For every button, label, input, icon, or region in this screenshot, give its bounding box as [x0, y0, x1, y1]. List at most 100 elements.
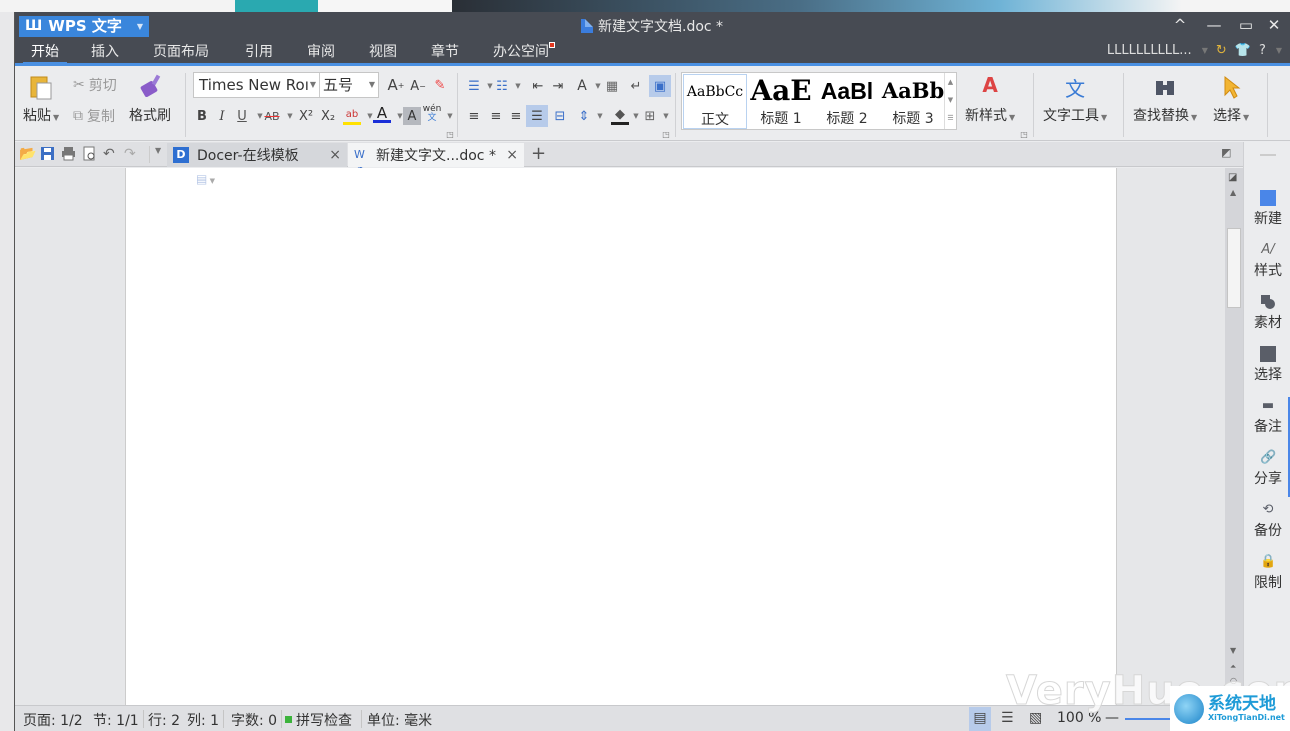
shrink-font-icon[interactable]: A − — [409, 77, 427, 95]
font-size-input[interactable]: 五号 ▼ — [320, 73, 378, 97]
cut-button[interactable]: ✂ 剪切 — [73, 75, 117, 95]
tab-view[interactable]: 视图 — [361, 42, 405, 64]
underline-button[interactable]: U — [233, 107, 251, 125]
side-materials[interactable]: 素材 — [1244, 294, 1290, 332]
tab-home[interactable]: 开始 — [23, 42, 67, 64]
side-backup[interactable]: ⟲ 备份 — [1244, 502, 1290, 540]
select-button[interactable]: 选择 ▼ — [1213, 73, 1249, 125]
side-new[interactable]: 新建 — [1244, 190, 1290, 228]
undo-icon[interactable]: ↶ — [103, 146, 120, 163]
chevron-down-icon[interactable]: ▼ — [509, 77, 527, 95]
highlight-icon[interactable]: ab — [343, 107, 361, 125]
close-tab-icon[interactable]: × — [506, 147, 518, 163]
styles-gallery-scroll[interactable]: ▲ ▼ ☰ — [944, 73, 956, 129]
tab-current-document[interactable]: W☁ 新建文字文...doc * × — [348, 143, 524, 174]
side-restrict[interactable]: 🔒 限制 — [1244, 554, 1290, 592]
paragraph-dialog-launcher[interactable]: ◳ — [657, 125, 675, 143]
superscript-button[interactable]: X² — [297, 107, 315, 125]
maximize-button[interactable]: ▭ — [1233, 15, 1259, 35]
sync-icon[interactable]: ↻ — [1216, 43, 1227, 58]
vertical-scrollbar[interactable]: ◪ ▲ ▼ ⏶ ○ — [1225, 168, 1243, 705]
skin-shirt-icon[interactable]: 👕 — [1235, 43, 1251, 58]
paragraph-options-icon[interactable]: ▤ ▼ — [196, 172, 215, 186]
phonetic-guide-icon[interactable]: wén 文 — [423, 105, 442, 123]
status-page[interactable]: 页面: 1/2 — [23, 710, 83, 730]
style-normal[interactable]: AaBbCc 正文 — [683, 74, 747, 129]
tab-chapter[interactable]: 章节 — [423, 42, 467, 64]
font-name-input[interactable]: Times New Roı ▼ — [194, 73, 320, 97]
distributed-align-icon[interactable]: ⊟ — [551, 107, 569, 125]
italic-button[interactable]: I — [213, 107, 231, 125]
spell-check-button[interactable]: 拼写检查 — [296, 710, 352, 730]
align-left-icon[interactable]: ≡ — [465, 107, 483, 125]
format-painter-button[interactable]: 格式刷 — [129, 73, 171, 125]
style-heading-3[interactable]: AaBb 标题 3 — [881, 74, 945, 129]
tab-office-space[interactable]: 办公空间 — [485, 42, 557, 64]
new-style-button[interactable]: A 新样式 ▼ — [965, 73, 1015, 125]
find-replace-button[interactable]: 查找替换 ▼ — [1133, 73, 1197, 125]
grow-font-icon[interactable]: A + — [387, 76, 405, 94]
split-view-icon[interactable]: ◪ — [1228, 172, 1237, 183]
minimize-button[interactable]: — — [1201, 15, 1227, 35]
decrease-indent-icon[interactable]: ⇤ — [529, 77, 547, 95]
subscript-button[interactable]: X₂ — [319, 107, 337, 125]
table-grid-icon[interactable]: ▦ — [603, 77, 621, 95]
scroll-down-icon[interactable]: ▼ — [945, 91, 956, 109]
print-icon[interactable] — [61, 146, 78, 163]
tab-list-icon[interactable]: ◩ — [1221, 146, 1238, 163]
collapse-ribbon-button[interactable]: ^ — [1167, 15, 1193, 35]
scroll-up-icon[interactable]: ▲ — [1230, 188, 1236, 197]
user-area: LLLLLLLLLL... ▼ ↻ 👕 ? ▼ — [1107, 43, 1282, 58]
styles-dialog-launcher[interactable]: ◳ — [1015, 125, 1033, 143]
paragraph-mark-icon[interactable]: ↵ — [627, 77, 645, 95]
customize-quick-access-icon[interactable]: ▼ — [149, 146, 166, 163]
chevron-down-icon[interactable]: ▼ — [591, 107, 609, 125]
bold-button[interactable]: B — [193, 107, 211, 125]
strikethrough-button[interactable]: AB — [263, 107, 281, 125]
show-hide-marks-icon[interactable]: ▣ — [649, 75, 671, 97]
status-word-count[interactable]: 字数: 0 — [231, 710, 277, 730]
scroll-down-icon[interactable]: ▼ — [1230, 646, 1236, 655]
close-tab-icon[interactable]: × — [329, 147, 341, 163]
side-comments[interactable]: ▬ 备注 — [1244, 398, 1290, 436]
align-center-icon[interactable]: ≡ — [487, 107, 505, 125]
help-icon[interactable]: ? — [1259, 43, 1266, 58]
tab-insert[interactable]: 插入 — [83, 42, 127, 64]
paste-button[interactable]: 粘贴 ▼ — [23, 73, 59, 125]
align-right-icon[interactable]: ≡ — [507, 107, 525, 125]
scrollbar-thumb[interactable] — [1227, 228, 1241, 308]
redo-icon[interactable]: ↷ — [124, 146, 141, 163]
chevron-down-icon[interactable]: ▼ — [657, 107, 675, 125]
status-unit[interactable]: 单位: 毫米 — [367, 710, 432, 730]
new-tab-button[interactable]: + — [531, 143, 548, 164]
side-select[interactable]: 选择 — [1244, 346, 1290, 384]
copy-button[interactable]: ⧉ 复制 — [73, 106, 115, 126]
chevron-down-icon[interactable]: ▼ — [1202, 46, 1208, 55]
text-tools-button[interactable]: 文 文字工具 ▼ — [1043, 73, 1107, 125]
tab-docer-templates[interactable]: D Docer-在线模板 × — [167, 143, 347, 167]
style-heading-2[interactable]: AaBl 标题 2 — [815, 74, 879, 129]
save-icon[interactable] — [40, 146, 57, 163]
document-page[interactable]: ▤ ▼ — [125, 168, 1117, 705]
justify-icon[interactable]: ☰ — [526, 105, 548, 127]
increase-indent-icon[interactable]: ⇥ — [549, 77, 567, 95]
side-share[interactable]: 🔗 分享 — [1244, 450, 1290, 488]
chevron-down-icon[interactable]: ▼ — [1276, 46, 1282, 55]
user-name[interactable]: LLLLLLLLLL... — [1107, 43, 1192, 58]
tab-references[interactable]: 引用 — [237, 42, 281, 64]
app-menu-button[interactable]: Ш WPS 文字 ▼ — [19, 16, 149, 37]
side-styles[interactable]: A/样式 — [1244, 242, 1290, 280]
tab-page-layout[interactable]: 页面布局 — [145, 42, 217, 64]
clear-format-icon[interactable]: ✎ — [431, 76, 449, 94]
char-shading-button[interactable]: A — [403, 107, 421, 125]
expand-gallery-icon[interactable]: ☰ — [945, 109, 956, 127]
scroll-up-icon[interactable]: ▲ — [945, 73, 956, 91]
print-preview-icon[interactable] — [82, 146, 99, 163]
page-view-icon[interactable]: ▤ — [969, 707, 991, 731]
open-folder-icon[interactable]: 📂 — [19, 146, 36, 163]
close-button[interactable]: ✕ — [1261, 15, 1287, 35]
pane-grip[interactable] — [1260, 154, 1276, 156]
style-heading-1[interactable]: AaE 标题 1 — [749, 74, 813, 129]
font-color-button[interactable]: A — [373, 104, 391, 123]
tab-review[interactable]: 审阅 — [299, 42, 343, 64]
